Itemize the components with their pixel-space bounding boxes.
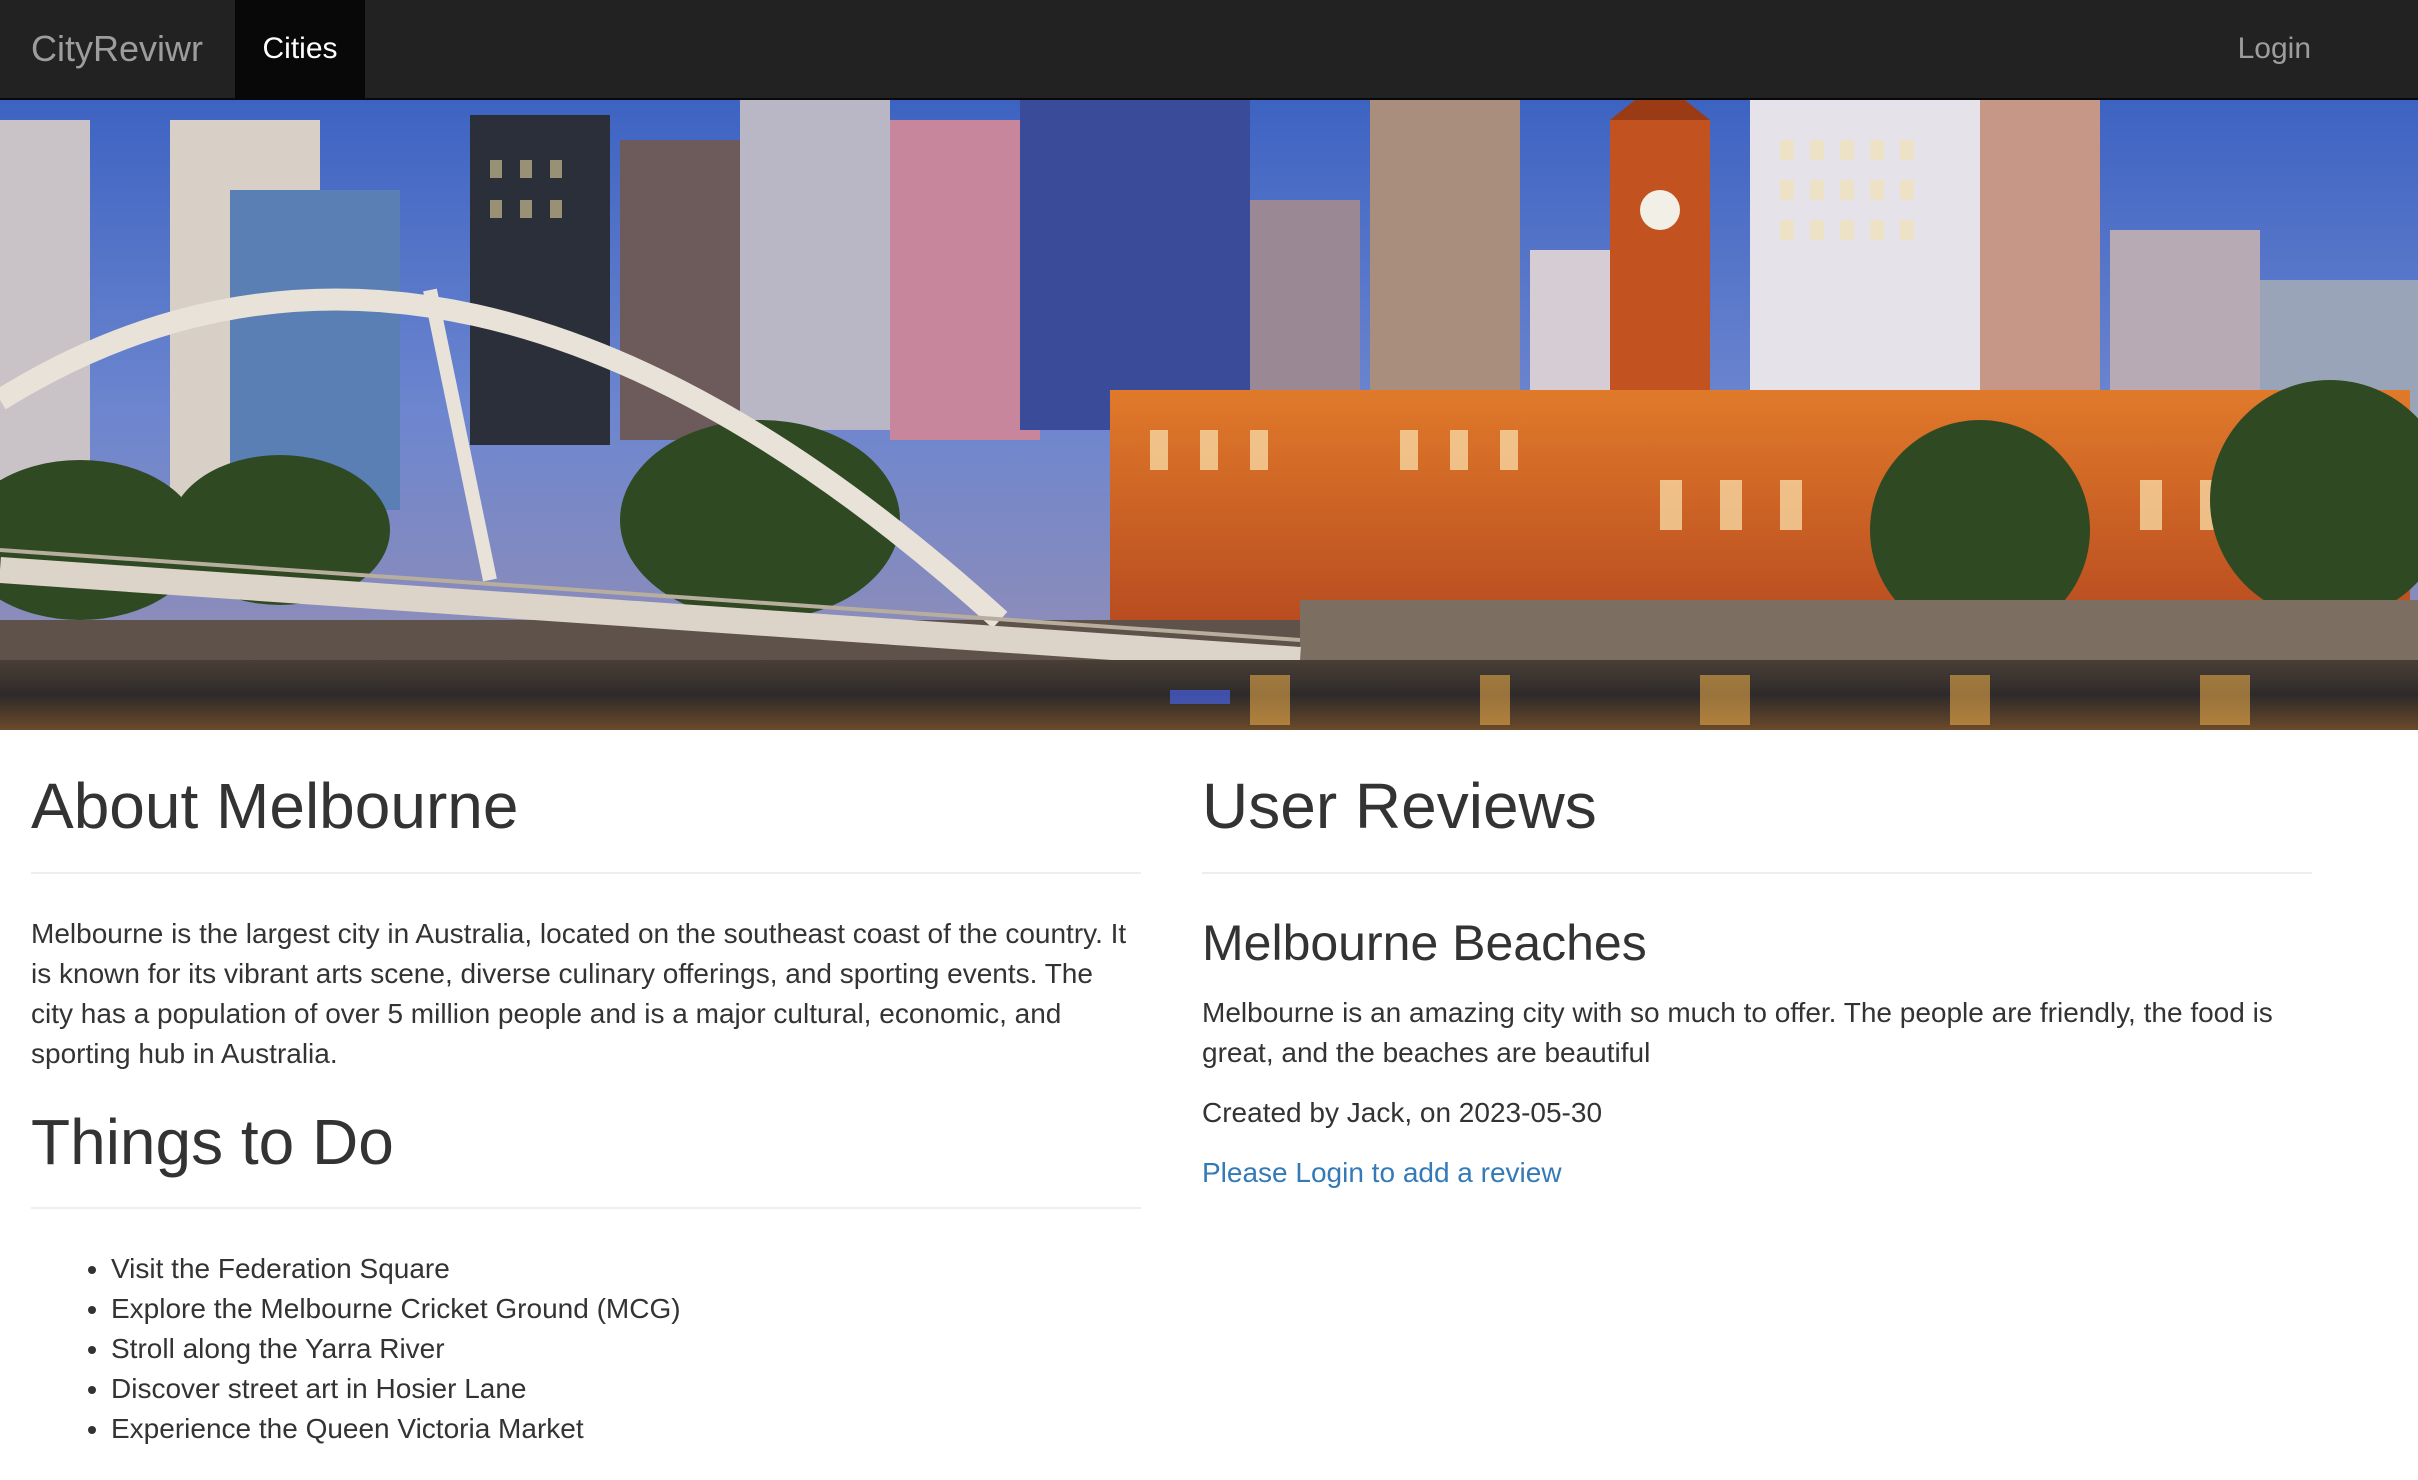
reviews-title: User Reviews bbox=[1202, 770, 2312, 874]
nav-item-cities[interactable]: Cities bbox=[235, 0, 365, 98]
hero-city-image bbox=[0, 100, 2418, 730]
list-item: Stroll along the Yarra River bbox=[111, 1329, 1141, 1369]
list-item: Explore the Melbourne Cricket Ground (MC… bbox=[111, 1289, 1141, 1329]
things-to-do-list: Visit the Federation Square Explore the … bbox=[31, 1249, 1141, 1449]
about-column: About Melbourne Melbourne is the largest… bbox=[31, 730, 1141, 1449]
login-link[interactable]: Login bbox=[2238, 0, 2311, 98]
about-title: About Melbourne bbox=[31, 770, 1141, 874]
list-item: Discover street art in Hosier Lane bbox=[111, 1369, 1141, 1409]
reviews-column: User Reviews Melbourne Beaches Melbourne… bbox=[1202, 730, 2312, 1193]
login-to-review-link[interactable]: Please Login to add a review bbox=[1202, 1153, 1562, 1193]
list-item: Visit the Federation Square bbox=[111, 1249, 1141, 1289]
list-item: Experience the Queen Victoria Market bbox=[111, 1409, 1141, 1449]
things-to-do-title: Things to Do bbox=[31, 1106, 1141, 1210]
city-skyline-image bbox=[0, 100, 2418, 730]
review-body: Melbourne is an amazing city with so muc… bbox=[1202, 996, 2273, 1068]
about-text: Melbourne is the largest city in Austral… bbox=[31, 917, 1127, 1069]
brand-link[interactable]: CityReviwr bbox=[31, 0, 203, 100]
review-card: Melbourne Beaches Melbourne is an amazin… bbox=[1202, 914, 2312, 1133]
top-navbar: CityReviwr Cities Login bbox=[0, 0, 2418, 100]
review-meta: Created by Jack, on 2023-05-30 bbox=[1202, 1096, 1603, 1128]
review-title: Melbourne Beaches bbox=[1202, 914, 1647, 971]
